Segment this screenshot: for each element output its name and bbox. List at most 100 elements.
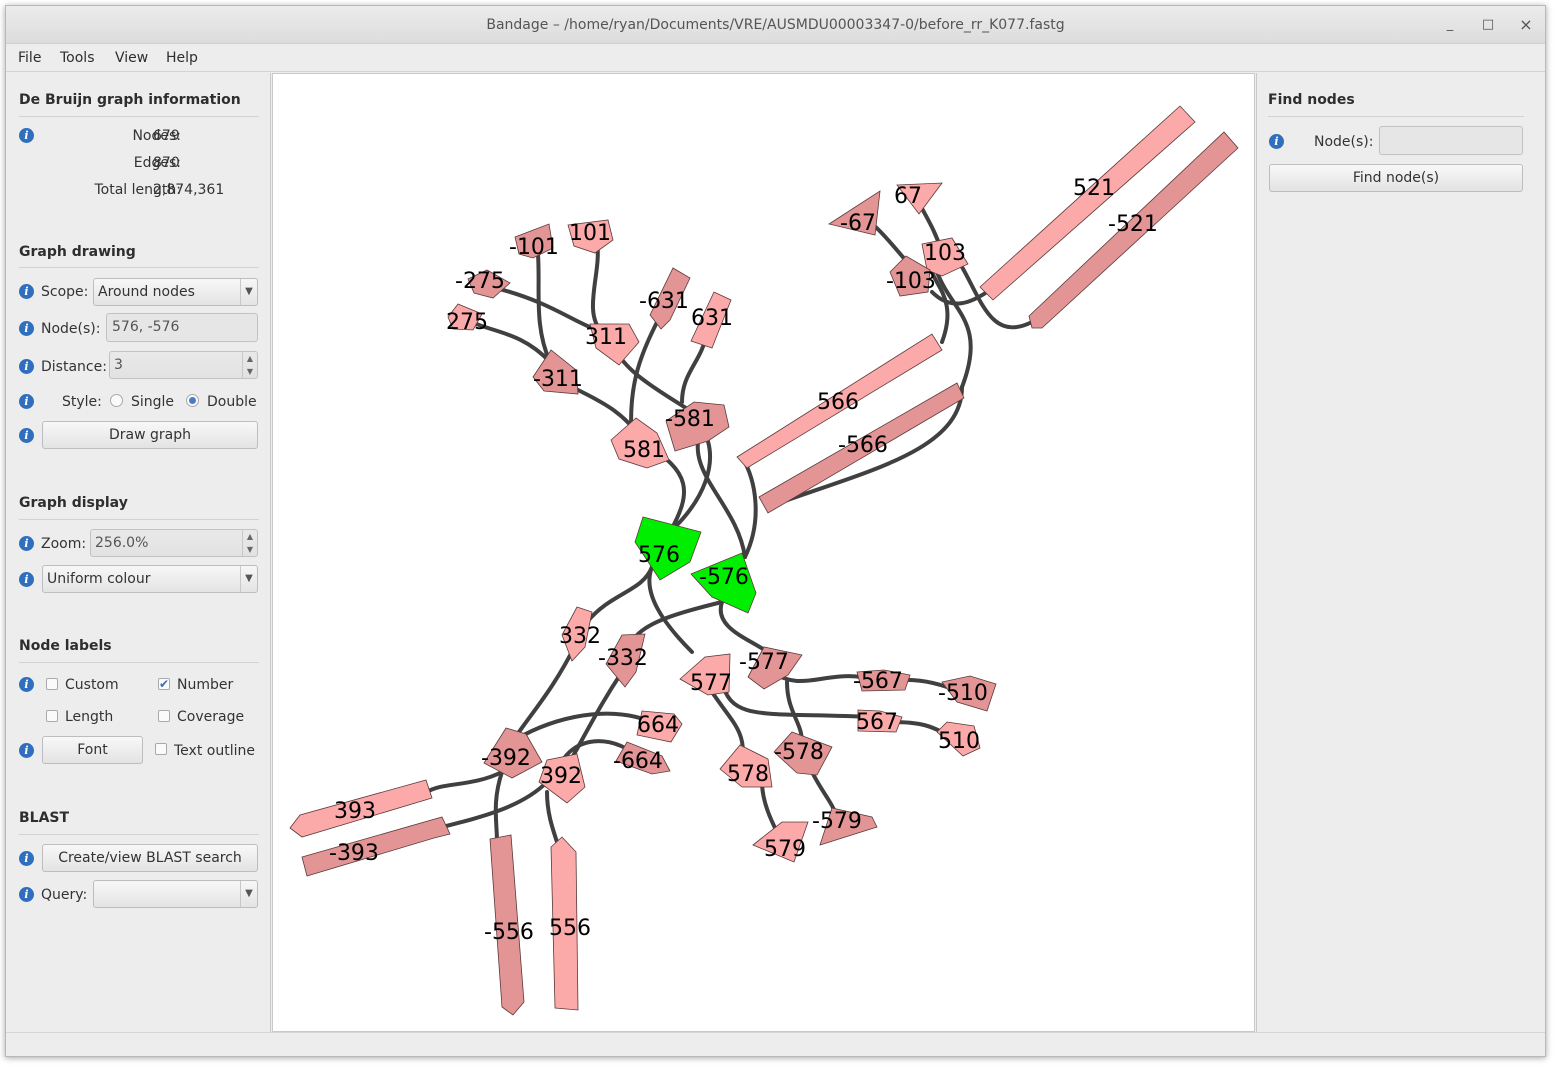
graph-edge: [647, 565, 694, 654]
node-labels-title: Node labels: [19, 638, 112, 654]
length-checkbox[interactable]: [46, 710, 58, 722]
info-icon[interactable]: i: [19, 428, 34, 443]
spin-down-icon[interactable]: ▼: [242, 543, 257, 556]
scope-label: Scope:: [41, 284, 89, 300]
graph-edge: [695, 425, 747, 559]
menu-tools[interactable]: Tools: [60, 50, 95, 66]
blast-search-button[interactable]: Create/view BLAST search: [42, 844, 258, 872]
graph-display-title: Graph display: [19, 495, 128, 511]
node-label: -393: [329, 841, 379, 866]
graph-edge: [545, 790, 559, 844]
node-label: -392: [481, 746, 531, 771]
maximize-button[interactable]: □: [1478, 15, 1498, 35]
info-icon[interactable]: i: [19, 887, 34, 902]
node-label: -566: [838, 433, 888, 458]
node-label: 577: [690, 671, 732, 696]
colour-scheme-value: Uniform colour: [47, 571, 151, 587]
left-control-panel: De Bruijn graph information i Nodes: 679…: [7, 73, 271, 1032]
draw-nodes-input[interactable]: 576, -576: [106, 313, 258, 342]
number-label: Number: [177, 677, 234, 693]
info-icon[interactable]: i: [19, 572, 34, 587]
distance-value: 3: [114, 357, 123, 373]
nodes-count-value: 679: [153, 128, 180, 144]
draw-graph-button[interactable]: Draw graph: [42, 421, 258, 449]
title-bar: Bandage – /home/ryan/Documents/VRE/AUSMD…: [6, 6, 1545, 44]
graph-edge: [720, 680, 874, 719]
spin-up-icon[interactable]: ▲: [242, 352, 257, 365]
separator: [19, 834, 259, 835]
zoom-value: 256.0%: [95, 535, 149, 551]
node-label: -510: [938, 681, 988, 706]
info-icon[interactable]: i: [19, 743, 34, 758]
info-icon[interactable]: i: [19, 677, 34, 692]
node-label: 393: [334, 799, 376, 824]
info-icon[interactable]: i: [19, 851, 34, 866]
node-label: 576: [638, 543, 680, 568]
info-icon[interactable]: i: [19, 359, 34, 374]
close-button[interactable]: ×: [1516, 15, 1536, 35]
length-label: Length: [65, 709, 114, 725]
distance-spinbox[interactable]: 3 ▲ ▼: [109, 351, 258, 379]
menu-view[interactable]: View: [115, 50, 148, 66]
node-label: -581: [665, 407, 715, 432]
coverage-label: Coverage: [177, 709, 245, 725]
node-label: 67: [894, 184, 922, 209]
minimize-button[interactable]: _: [1440, 15, 1460, 35]
style-double-label: Double: [207, 394, 257, 410]
draw-nodes-label: Node(s):: [41, 321, 101, 337]
colour-scheme-select[interactable]: Uniform colour ▼: [42, 565, 258, 593]
coverage-checkbox[interactable]: [158, 710, 170, 722]
info-icon[interactable]: i: [19, 128, 34, 143]
edges-count-value: 870: [153, 155, 180, 171]
node-label: -332: [598, 646, 648, 671]
node-label: 311: [585, 325, 627, 350]
node-label: -631: [639, 289, 689, 314]
node-label: -275: [455, 269, 505, 294]
node-label: -664: [613, 749, 663, 774]
graph-canvas[interactable]: 521 -521 67 -67 103 -103 101 -101 -275 2…: [272, 73, 1255, 1032]
info-icon[interactable]: i: [19, 536, 34, 551]
query-select[interactable]: ▼: [93, 880, 258, 908]
style-double-radio[interactable]: [186, 394, 199, 407]
node-label: 101: [569, 221, 611, 246]
graph-edge: [590, 240, 604, 334]
node-label: -67: [840, 211, 876, 236]
node-label: -103: [886, 269, 936, 294]
info-icon[interactable]: i: [19, 284, 34, 299]
custom-checkbox[interactable]: [46, 678, 58, 690]
scope-select[interactable]: Around nodes ▼: [93, 278, 258, 306]
bandage-window: Bandage – /home/ryan/Documents/VRE/AUSMD…: [5, 5, 1546, 1057]
graph-info-title: De Bruijn graph information: [19, 92, 241, 108]
node-label: -578: [774, 740, 824, 765]
info-icon[interactable]: i: [19, 321, 34, 336]
find-nodes-button[interactable]: Find node(s): [1269, 164, 1523, 192]
text-outline-label: Text outline: [174, 743, 255, 759]
zoom-spinbox[interactable]: 256.0% ▲ ▼: [90, 529, 258, 557]
node-label: -521: [1108, 212, 1158, 237]
node-label: 664: [637, 713, 679, 738]
custom-label: Custom: [65, 677, 119, 693]
distance-label: Distance:: [41, 359, 107, 375]
node-label: 581: [623, 438, 665, 463]
separator: [1268, 116, 1524, 117]
find-nodes-input[interactable]: [1379, 126, 1523, 155]
separator: [19, 116, 259, 117]
status-bar: [6, 1032, 1545, 1056]
style-single-radio[interactable]: [110, 394, 123, 407]
node-label: 578: [727, 762, 769, 787]
text-outline-checkbox[interactable]: [155, 743, 167, 755]
spin-up-icon[interactable]: ▲: [242, 530, 257, 543]
menu-bar: File Tools View Help: [6, 45, 1545, 72]
style-single-label: Single: [131, 394, 175, 410]
node-label: 103: [924, 241, 966, 266]
number-checkbox[interactable]: ✔: [158, 678, 170, 690]
node-label: 275: [446, 310, 488, 335]
menu-file[interactable]: File: [18, 50, 41, 66]
graph-svg[interactable]: 521 -521 67 -67 103 -103 101 -101 -275 2…: [273, 74, 1256, 1033]
menu-help[interactable]: Help: [166, 50, 198, 66]
font-button[interactable]: Font: [42, 736, 143, 764]
info-icon[interactable]: i: [19, 394, 34, 409]
spin-down-icon[interactable]: ▼: [242, 365, 257, 378]
node-label: 332: [559, 624, 601, 649]
info-icon[interactable]: i: [1269, 134, 1284, 149]
